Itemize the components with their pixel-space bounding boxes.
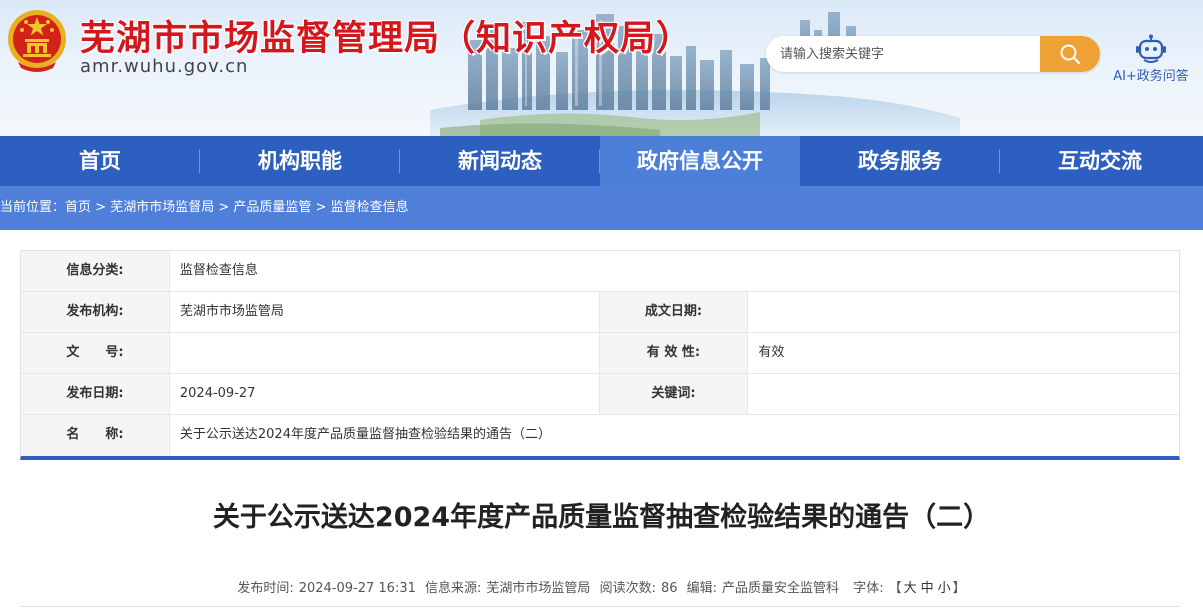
editor-label: 编辑: (686, 581, 718, 596)
search-button[interactable] (1040, 36, 1100, 72)
keywords-label: 关键词: (599, 374, 749, 414)
breadcrumb-home[interactable]: 首页 (65, 200, 91, 215)
site-header: 芜湖市市场监督管理局（知识产权局） amr.wuhu.gov.cn AI+政务问… (0, 0, 1203, 136)
publish-date-label: 发布日期: (21, 374, 170, 414)
nav-item-services[interactable]: 政务服务 (800, 136, 1000, 186)
article-meta: 发布时间: 2024-09-27 16:31 信息来源: 芜湖市市场监管局 阅读次数… (0, 577, 1203, 596)
search-icon (1060, 44, 1081, 65)
robot-icon (1136, 34, 1166, 63)
font-size-label: 字体: (853, 581, 884, 596)
nav-item-interaction[interactable]: 互动交流 (1000, 136, 1200, 186)
nav-item-label: 机构职能 (258, 149, 342, 173)
views-value: 86 (660, 581, 678, 596)
keywords-value (748, 374, 1179, 414)
breadcrumb-bureau[interactable]: 芜湖市市场监督局 (110, 200, 214, 215)
ai-assistant-label: AI+政务问答 (1113, 69, 1189, 84)
nav-item-label: 政务服务 (858, 149, 942, 173)
font-size-medium-button[interactable]: 中 (921, 581, 934, 596)
nav-item-news[interactable]: 新闻动态 (400, 136, 600, 186)
nav-item-label: 首页 (79, 149, 121, 173)
search-box (766, 36, 1100, 72)
info-row: 信息分类: 监督检查信息 (21, 251, 1179, 292)
document-info-table: 信息分类: 监督检查信息 发布机构: 芜湖市市场监管局 成文日期: 文 号: 有… (20, 250, 1180, 460)
validity-label: 有 效 性: (599, 333, 749, 373)
font-size-small-button[interactable]: 小 (938, 581, 951, 596)
nav-item-label: 互动交流 (1058, 149, 1142, 173)
name-value: 关于公示送达2024年度产品质量监督抽查检验结果的通告（二） (179, 427, 551, 442)
breadcrumb-quality[interactable]: 产品质量监管 (233, 200, 311, 215)
ai-assistant-link[interactable]: AI+政务问答 (1106, 34, 1196, 84)
content-divider (20, 606, 1180, 607)
publish-date-value: 2024-09-27 (170, 374, 600, 414)
font-size-bracket-close: 】 (952, 581, 966, 596)
category-value: 监督检查信息 (179, 263, 258, 278)
breadcrumb-prefix: 当前位置： (0, 200, 66, 215)
doc-number-value (170, 333, 600, 373)
breadcrumb-separator: > (214, 200, 234, 215)
nav-item-label: 政府信息公开 (637, 149, 763, 173)
main-nav: 首页 机构职能 新闻动态 政府信息公开 政务服务 互动交流 (0, 136, 1203, 186)
validity-value: 有效 (758, 345, 785, 360)
info-row: 发布机构: 芜湖市市场监管局 成文日期: (21, 292, 1179, 333)
nav-item-gov-info[interactable]: 政府信息公开 (600, 136, 800, 186)
breadcrumb: 当前位置：首页 > 芜湖市市场监督局 > 产品质量监管 > 监督检查信息 (0, 186, 1203, 230)
breadcrumb-separator: > (91, 200, 111, 215)
info-row: 文 号: 有 效 性: 有效 (21, 333, 1179, 374)
views-label: 阅读次数: (599, 581, 656, 596)
editor-value: 产品质量安全监管科 (722, 581, 840, 596)
created-date-label: 成文日期: (599, 292, 749, 332)
info-row: 名 称: 关于公示送达2024年度产品质量监督抽查检验结果的通告（二） (21, 415, 1179, 456)
site-domain: amr.wuhu.gov.cn (80, 56, 249, 77)
search-input[interactable] (766, 36, 1040, 72)
nav-item-label: 新闻动态 (458, 149, 542, 173)
created-date-value (748, 292, 1179, 332)
site-title: 芜湖市市场监督管理局（知识产权局） (80, 19, 693, 59)
breadcrumb-separator: > (311, 200, 331, 215)
publish-time-label: 发布时间: (237, 581, 294, 596)
category-label: 信息分类: (21, 251, 170, 291)
publisher-value: 芜湖市市场监管局 (170, 292, 600, 332)
font-size-bracket-open: 【 (888, 581, 902, 596)
publish-time-value: 2024-09-27 16:31 (298, 581, 416, 596)
source-value: 芜湖市市场监管局 (486, 581, 591, 596)
font-size-large-button[interactable]: 大 (904, 581, 917, 596)
info-row: 发布日期: 2024-09-27 关键词: (21, 374, 1179, 415)
publisher-label: 发布机构: (21, 292, 170, 332)
source-label: 信息来源: (425, 581, 482, 596)
nav-item-organization[interactable]: 机构职能 (200, 136, 400, 186)
article-title: 关于公示送达2024年度产品质量监督抽查检验结果的通告（二） (212, 502, 991, 533)
nav-item-home[interactable]: 首页 (0, 136, 200, 186)
name-label: 名 称: (21, 415, 170, 456)
doc-number-label: 文 号: (21, 333, 170, 373)
breadcrumb-inspection[interactable]: 监督检查信息 (331, 200, 409, 215)
national-emblem-icon (8, 10, 66, 72)
